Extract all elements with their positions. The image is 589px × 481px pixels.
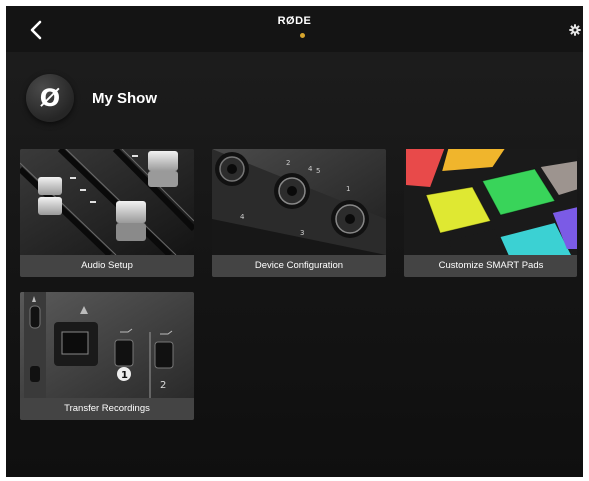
gear-icon <box>569 24 581 36</box>
device-configuration-tile[interactable]: 2 4 5 1 4 3 Device Configuration <box>212 149 386 277</box>
svg-text:5: 5 <box>316 167 320 175</box>
usb-port-1-label: 1 <box>121 370 128 381</box>
brand-indicator-dot <box>300 33 305 38</box>
smart-pads-image <box>404 149 577 255</box>
audio-setup-tile[interactable]: Audio Setup <box>20 149 194 277</box>
top-bar: RØDE <box>6 6 583 52</box>
settings-button[interactable] <box>569 23 581 36</box>
show-avatar[interactable]: Ø <box>26 74 74 122</box>
usb-ports-image: 1 2 <box>20 292 194 398</box>
tile-label: Customize SMART Pads <box>404 255 577 277</box>
xlr-inputs-image: 2 4 5 1 4 3 <box>212 149 386 255</box>
faders-image <box>20 149 194 255</box>
tile-label: Device Configuration <box>212 255 386 277</box>
svg-text:1: 1 <box>346 185 350 193</box>
customize-smart-pads-tile[interactable]: Customize SMART Pads <box>404 149 577 277</box>
app-window: RØDE Ø My Show Audio Setup 2 4 5 1 4 3 D… <box>6 6 583 477</box>
svg-text:4: 4 <box>308 165 313 173</box>
svg-text:2: 2 <box>286 159 290 167</box>
show-avatar-glyph: Ø <box>39 84 61 112</box>
svg-text:4: 4 <box>240 213 245 221</box>
tile-label: Audio Setup <box>20 255 194 277</box>
show-title[interactable]: My Show <box>92 90 157 107</box>
usb-port-2-label: 2 <box>160 380 166 391</box>
brand-logo: RØDE <box>277 15 312 27</box>
transfer-recordings-tile[interactable]: 1 2 Transfer Recordings <box>20 292 194 420</box>
svg-text:3: 3 <box>300 229 304 237</box>
tile-label: Transfer Recordings <box>20 398 194 420</box>
